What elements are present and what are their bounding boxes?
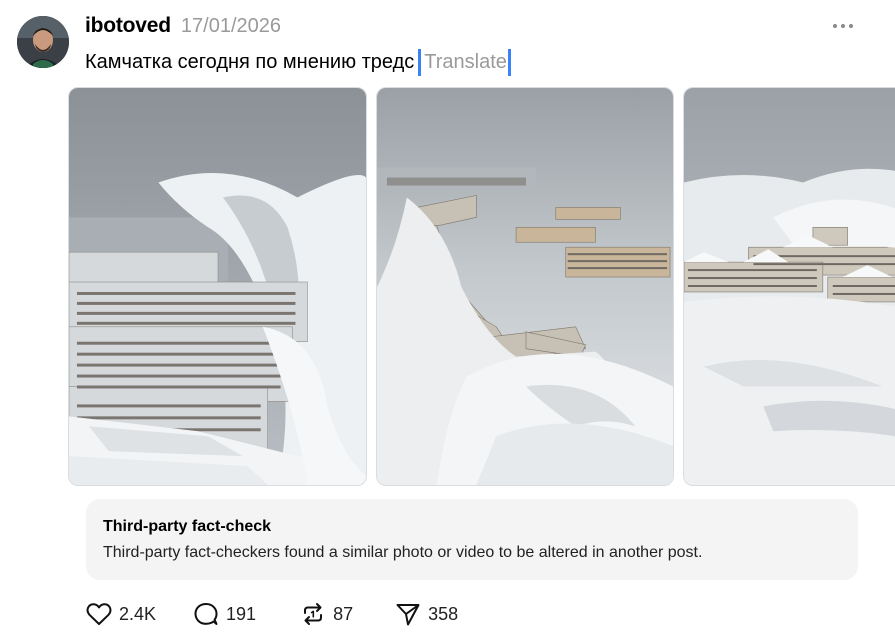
post-header: ibotoved 17/01/2026 bbox=[85, 14, 281, 38]
like-count: 2.4K bbox=[119, 603, 157, 624]
text-cursor bbox=[507, 49, 511, 76]
post-date[interactable]: 17/01/2026 bbox=[181, 15, 281, 38]
more-options-icon[interactable] bbox=[833, 16, 853, 36]
repost-button[interactable]: 87 bbox=[299, 600, 353, 628]
reply-count: 191 bbox=[226, 603, 257, 624]
share-count: 358 bbox=[428, 603, 459, 624]
text-cursor bbox=[418, 49, 422, 76]
avatar-image bbox=[17, 16, 69, 68]
photo-image bbox=[377, 88, 673, 485]
like-button[interactable]: 2.4K bbox=[85, 600, 156, 628]
repost-count: 87 bbox=[333, 603, 354, 624]
photo-image bbox=[69, 88, 366, 485]
post-caption: Камчатка сегодня по мнению тредс Transla… bbox=[85, 49, 511, 76]
caption-text: Камчатка сегодня по мнению тредс bbox=[85, 51, 415, 73]
dot bbox=[849, 24, 853, 28]
repost-icon bbox=[304, 603, 323, 625]
heart-icon bbox=[86, 603, 112, 625]
photo-image bbox=[684, 88, 895, 485]
media-carousel[interactable] bbox=[68, 87, 895, 486]
fact-check-notice[interactable]: Third-party fact-check Third-party fact-… bbox=[86, 499, 858, 580]
snowy-city-photo-2[interactable] bbox=[376, 87, 674, 486]
share-button[interactable]: 358 bbox=[394, 600, 458, 628]
username[interactable]: ibotoved bbox=[85, 14, 171, 38]
post-actions: 2.4K 191 87 358 bbox=[85, 600, 458, 628]
avatar[interactable] bbox=[17, 16, 69, 68]
fact-check-title: Third-party fact-check bbox=[103, 518, 272, 535]
dot bbox=[841, 24, 845, 28]
reply-button[interactable]: 191 bbox=[192, 600, 256, 628]
threads-post: ibotoved 17/01/2026 Камчатка сегодня по … bbox=[0, 0, 895, 641]
dot bbox=[833, 24, 837, 28]
send-icon bbox=[396, 604, 420, 626]
snowy-city-photo-1[interactable] bbox=[68, 87, 367, 486]
snowy-city-photo-3[interactable] bbox=[683, 87, 895, 486]
translate-link[interactable]: Translate bbox=[424, 51, 507, 74]
fact-check-text: Third-party fact-checkers found a simila… bbox=[103, 544, 703, 561]
comment-icon bbox=[194, 603, 218, 625]
